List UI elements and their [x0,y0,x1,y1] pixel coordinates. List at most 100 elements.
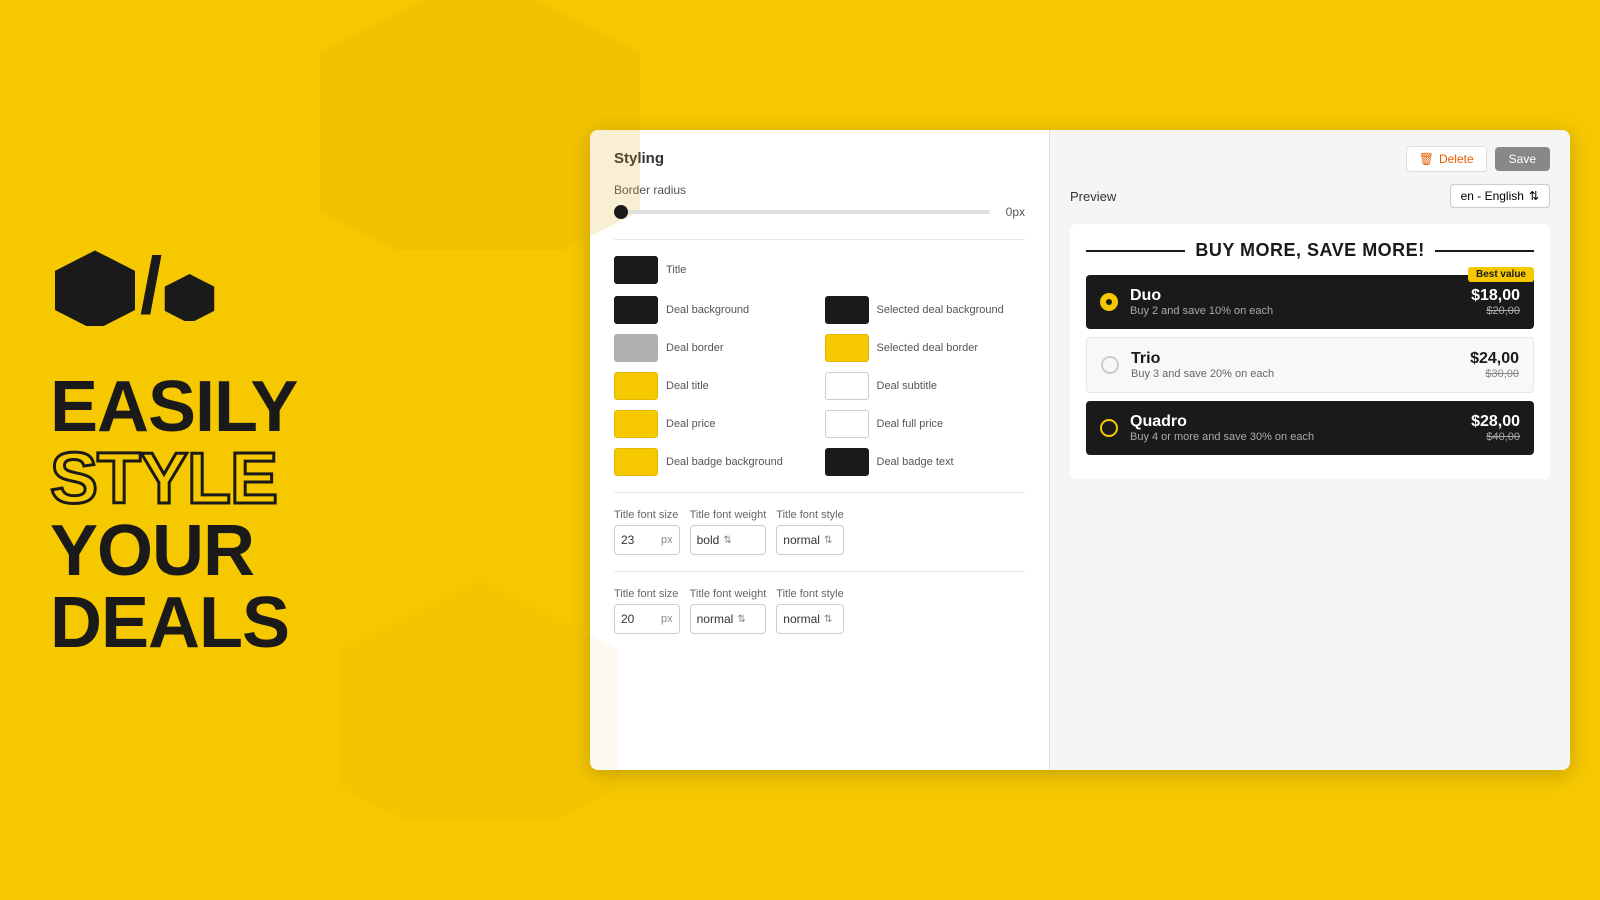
font-weight-select-1[interactable]: bold ⇅ [690,525,767,555]
deal-price-duo: $18,00 [1471,287,1520,305]
chevron-down-icon-4: ⇅ [824,614,832,625]
font-weight-group-2: Title font weight normal ⇅ [690,588,767,634]
selected-deal-bg-label: Selected deal background [877,303,1004,317]
deal-title-label: Deal title [666,379,709,393]
font-size-label-1: Title font size [614,509,680,521]
title-color-swatch[interactable] [614,256,658,284]
deal-price-label: Deal price [666,417,716,431]
title-color-label: Title [666,263,686,277]
slider-value: 0px [1000,205,1025,219]
deal-original-price-quadro: $40,00 [1471,431,1520,443]
selected-deal-border-label: Selected deal border [877,341,979,355]
font-size-unit-2: px [655,605,679,633]
deal-card-duo[interactable]: Best value Duo Buy 2 and save 10% on eac… [1086,275,1534,329]
chevron-down-icon-3: ⇅ [737,614,745,625]
font-style-select-1[interactable]: normal ⇅ [776,525,843,555]
deal-card-quadro[interactable]: Quadro Buy 4 or more and save 30% on eac… [1086,401,1534,455]
selected-deal-bg-row: Selected deal background [825,296,1026,324]
font-size-input-wrapper-1: px [614,525,680,555]
chevron-down-icon-lang: ⇅ [1529,189,1539,203]
save-button[interactable]: Save [1495,147,1550,171]
deal-price-trio: $24,00 [1470,350,1519,368]
preview-panel: 🗑 Delete Save Preview en - English ⇅ BUY… [1050,130,1570,770]
deal-radio-trio[interactable] [1101,356,1119,374]
divider-3 [614,571,1025,572]
main-window: Styling Border radius 0px Title [590,130,1570,770]
deal-original-price-duo: $20,00 [1471,305,1520,317]
deal-radio-quadro[interactable] [1100,419,1118,437]
deal-badge-text-swatch[interactable] [825,448,869,476]
font-size-input-2[interactable] [615,612,655,626]
tagline-easily: EASILY [50,371,297,443]
font-size-unit-1: px [655,526,679,554]
font-row-2: Title font size px Title font weight nor… [614,588,1025,634]
selected-deal-bg-swatch[interactable] [825,296,869,324]
chevron-down-icon-2: ⇅ [824,535,832,546]
font-style-label-2: Title font style [776,588,843,600]
font-style-value-2: normal [783,612,820,626]
deal-title-swatch[interactable] [614,372,658,400]
deal-pricing-quadro: $28,00 $40,00 [1471,413,1520,443]
preview-label: Preview [1070,189,1116,204]
deal-price-row: Deal price [614,410,815,438]
deal-border-row: Deal border [614,334,815,362]
font-weight-group-1: Title font weight bold ⇅ [690,509,767,555]
deal-subtitle-quadro: Buy 4 or more and save 30% on each [1130,431,1471,443]
font-style-select-2[interactable]: normal ⇅ [776,604,843,634]
hex-icon-small [162,271,217,321]
language-selector[interactable]: en - English ⇅ [1450,184,1550,208]
slider-track[interactable] [614,210,990,214]
divider-1 [614,239,1025,240]
font-style-label-1: Title font style [776,509,843,521]
right-panel: Styling Border radius 0px Title [560,0,1600,900]
deal-bg-swatch[interactable] [614,296,658,324]
font-weight-select-2[interactable]: normal ⇅ [690,604,767,634]
font-weight-label-2: Title font weight [690,588,767,600]
font-size-label-2: Title font size [614,588,680,600]
preview-toolbar: 🗑 Delete Save [1070,146,1550,172]
tagline-style: STYLE [50,443,297,515]
font-controls-1: Title font size px Title font weight bol… [614,509,1025,555]
language-text: en - English [1461,189,1524,203]
delete-button[interactable]: 🗑 Delete [1406,146,1487,172]
font-weight-value-1: bold [697,533,720,547]
border-radius-section: Border radius 0px [614,183,1025,219]
deal-badge-bg-swatch[interactable] [614,448,658,476]
deal-name-duo: Duo [1130,287,1471,305]
font-size-input-wrapper-2: px [614,604,680,634]
slash-symbol: / [140,246,162,326]
deal-badge-bg-row: Deal badge background [614,448,815,476]
font-weight-label-1: Title font weight [690,509,767,521]
deal-price-swatch[interactable] [614,410,658,438]
promo-line-left [1086,250,1185,252]
percent-icon: / [50,241,217,331]
deal-subtitle-row: Deal subtitle [825,372,1026,400]
deal-full-price-swatch[interactable] [825,410,869,438]
font-style-group-1: Title font style normal ⇅ [776,509,843,555]
font-size-group-2: Title font size px [614,588,680,634]
deal-price-quadro: $28,00 [1471,413,1520,431]
deal-radio-duo[interactable] [1100,293,1118,311]
tagline: EASILY STYLE YOUR DEALS [50,371,297,659]
left-panel: / EASILY STYLE YOUR DEALS [0,0,560,900]
deal-subtitle-swatch[interactable] [825,372,869,400]
border-radius-label: Border radius [614,183,1025,197]
deal-title-row: Deal title [614,372,815,400]
promo-title: BUY MORE, SAVE MORE! [1195,240,1424,261]
deal-card-trio[interactable]: Trio Buy 3 and save 20% on each $24,00 $… [1086,337,1534,393]
deal-name-trio: Trio [1131,350,1470,368]
deal-badge-text-row: Deal badge text [825,448,1026,476]
deal-info-duo: Duo Buy 2 and save 10% on each [1130,287,1471,317]
deal-info-quadro: Quadro Buy 4 or more and save 30% on eac… [1130,413,1471,443]
promo-header: BUY MORE, SAVE MORE! [1086,240,1534,261]
best-value-badge: Best value [1468,267,1534,282]
deal-full-price-row: Deal full price [825,410,1026,438]
font-controls-2: Title font size px Title font weight nor… [614,588,1025,634]
font-size-input-1[interactable] [615,533,655,547]
slider-thumb[interactable] [614,205,628,219]
divider-2 [614,492,1025,493]
slider-container: 0px [614,205,1025,219]
selected-deal-border-swatch[interactable] [825,334,869,362]
tagline-your: YOUR [50,515,297,587]
deal-border-swatch[interactable] [614,334,658,362]
